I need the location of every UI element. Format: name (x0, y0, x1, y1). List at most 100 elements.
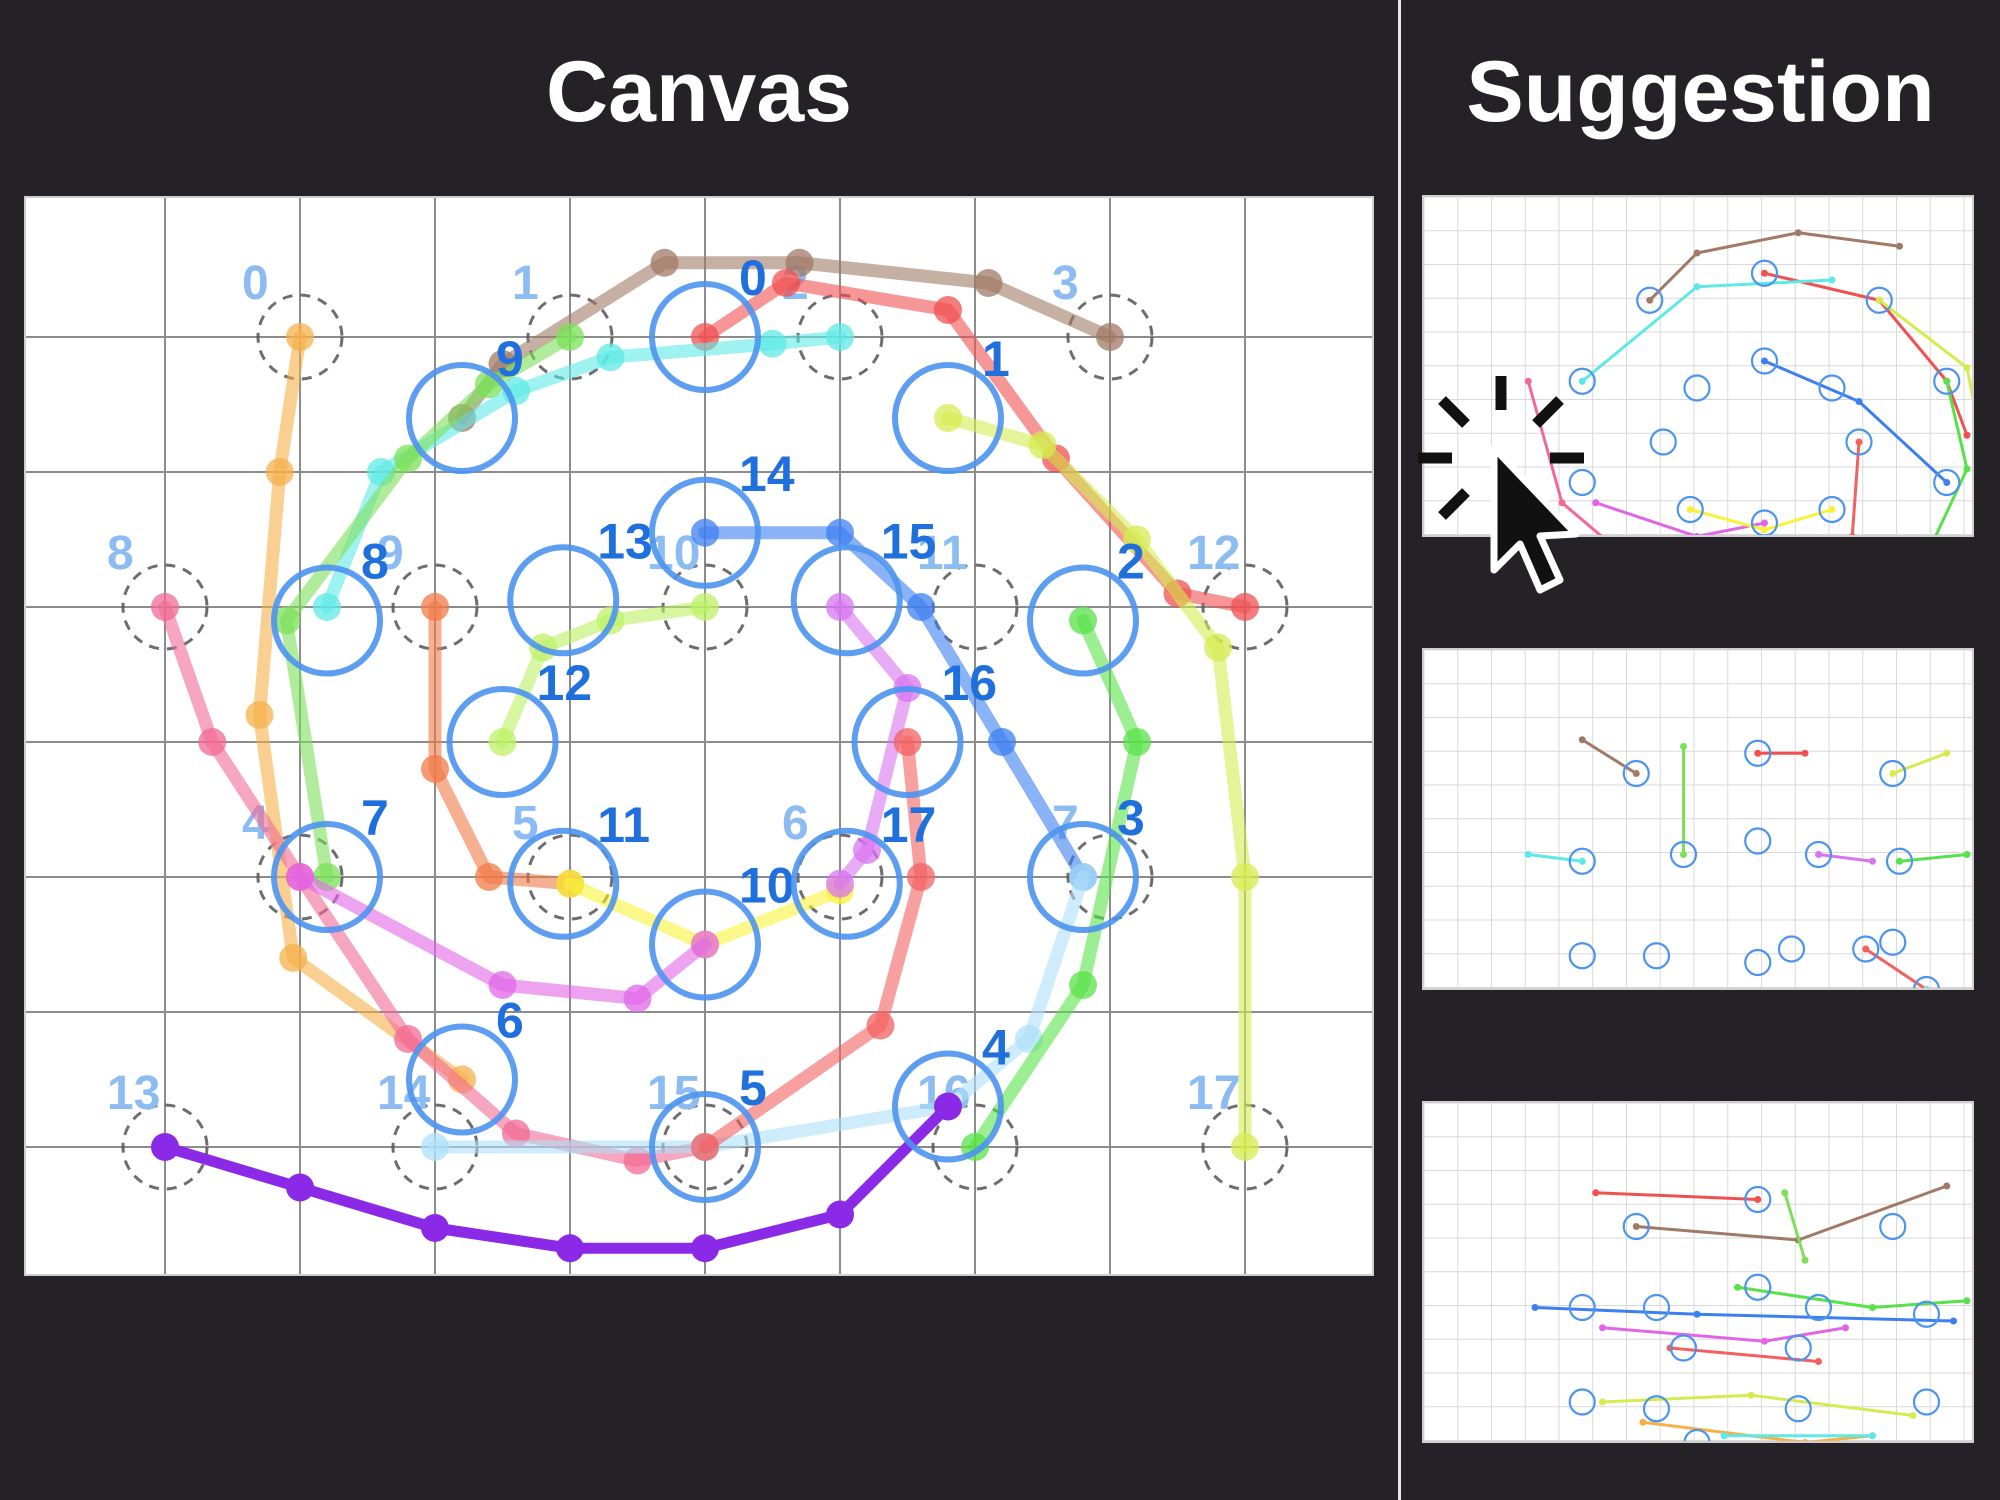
node-ring (1879, 928, 1907, 956)
trajectory-point (1204, 633, 1232, 662)
trajectory-point (1909, 1412, 1917, 1419)
suggestion-thumbnail-sparse[interactable] (1422, 648, 1974, 990)
trajectory-point (475, 863, 503, 891)
target-slot-label: 12 (1187, 527, 1240, 580)
trajectory-point (691, 1234, 719, 1263)
trajectory-point (1632, 1223, 1640, 1230)
trajectory-point (691, 593, 719, 621)
trajectory-point (826, 1200, 854, 1229)
trajectory-point (1754, 1196, 1762, 1203)
main-canvas[interactable]: 0123891011124567131415161701234567891011… (24, 196, 1374, 1276)
trajectory-point (1639, 1418, 1647, 1426)
trajectory-point (1720, 1432, 1728, 1440)
trajectory-point (691, 1133, 719, 1161)
trajectory-path (1641, 1420, 1874, 1441)
trajectory-point (1761, 269, 1768, 277)
node-label: 0 (739, 250, 767, 306)
trajectory-point (934, 404, 962, 432)
node-ring (1642, 942, 1671, 970)
trajectory-point (934, 1092, 962, 1121)
trajectory-point (421, 755, 449, 783)
target-slot-label: 6 (782, 797, 809, 850)
trajectory-path (1850, 440, 1861, 535)
trajectory-point (421, 1133, 449, 1161)
node-ring (1912, 1388, 1941, 1416)
trajectory-point (1828, 276, 1836, 284)
trajectory-point (1592, 1189, 1600, 1197)
trajectory-point (421, 593, 449, 621)
trajectory-point (826, 593, 854, 621)
suggestion-preview (1424, 650, 1972, 988)
trajectory-point (1231, 1133, 1259, 1161)
node-label: 8 (361, 534, 389, 590)
trajectory-point (1693, 283, 1701, 291)
trajectory-point (1754, 749, 1762, 757)
trajectory-point (488, 728, 517, 756)
trajectory-point (1069, 606, 1097, 635)
suggestion-thumbnail-dense[interactable] (1422, 1101, 1974, 1443)
trajectory-point (772, 269, 800, 297)
trajectory-point (151, 1133, 179, 1161)
trajectory-point (265, 458, 294, 486)
trajectory-point (826, 869, 854, 898)
trajectory-point (279, 944, 308, 972)
trajectory-point (1524, 851, 1532, 858)
target-slot-label: 3 (1052, 257, 1079, 310)
grid (1424, 650, 1972, 988)
target-slot-label: 8 (107, 527, 134, 580)
trajectory-point (421, 1214, 449, 1242)
trajectory-point (313, 593, 341, 621)
trajectory-path (1877, 298, 1972, 401)
suggestion-preview (1424, 1103, 1972, 1441)
trajectory-point (1963, 851, 1971, 858)
node-label: 4 (982, 1020, 1010, 1076)
grid (1424, 1103, 1972, 1441)
node-label: 17 (881, 797, 937, 853)
trajectory-point (650, 248, 679, 277)
trajectory-point (1855, 398, 1863, 405)
trajectory-point (1734, 1283, 1741, 1291)
trajectory-point (1761, 1337, 1768, 1345)
trajectory-point (1963, 465, 1971, 473)
node-ring (1683, 374, 1711, 402)
canvas-drawing[interactable]: 0123891011124567131415161701234567891011… (26, 198, 1372, 1274)
node-label: 12 (537, 655, 593, 711)
node-ring (1879, 1212, 1907, 1241)
trajectory-point (151, 593, 179, 621)
trajectory-point (1761, 526, 1768, 534)
trajectory-point (623, 984, 652, 1013)
trajectory-path (1580, 738, 1638, 775)
trajectory-point (286, 863, 314, 891)
trajectory-point (1646, 296, 1654, 304)
trajectory-path (1763, 359, 1949, 484)
trajectory-point (1028, 431, 1057, 459)
trajectory-point (866, 1011, 895, 1040)
node-ring (1568, 1293, 1596, 1322)
node-label: 14 (739, 446, 795, 502)
node-label: 10 (739, 858, 795, 914)
trajectory-point (1693, 1310, 1701, 1318)
trajectory-point (691, 518, 719, 547)
trajectory-point (1943, 749, 1951, 757)
target-slot-label: 1 (512, 257, 539, 310)
trajectory-point (1896, 857, 1903, 865)
trajectory-point (1680, 743, 1687, 750)
trajectory-point (893, 728, 922, 756)
trajectory-path (1594, 1191, 1760, 1201)
trajectory-point (1761, 357, 1768, 365)
node-label: 6 (496, 993, 524, 1049)
trajectory-point (1686, 506, 1694, 513)
trajectory-point (1828, 506, 1836, 513)
trajectory-point (1862, 945, 1870, 953)
trajectory-point (907, 863, 935, 891)
canvas-title: Canvas (546, 44, 852, 140)
trajectory-point (1815, 851, 1822, 858)
trajectory-point (1096, 323, 1124, 351)
trajectory-point (1680, 851, 1687, 858)
trajectory-point (758, 329, 787, 358)
node-label: 13 (597, 513, 653, 569)
trajectory-path (1934, 379, 1969, 535)
trajectory-path (1533, 1306, 1955, 1323)
trajectory-point (198, 728, 227, 756)
trajectory-point (934, 296, 962, 324)
